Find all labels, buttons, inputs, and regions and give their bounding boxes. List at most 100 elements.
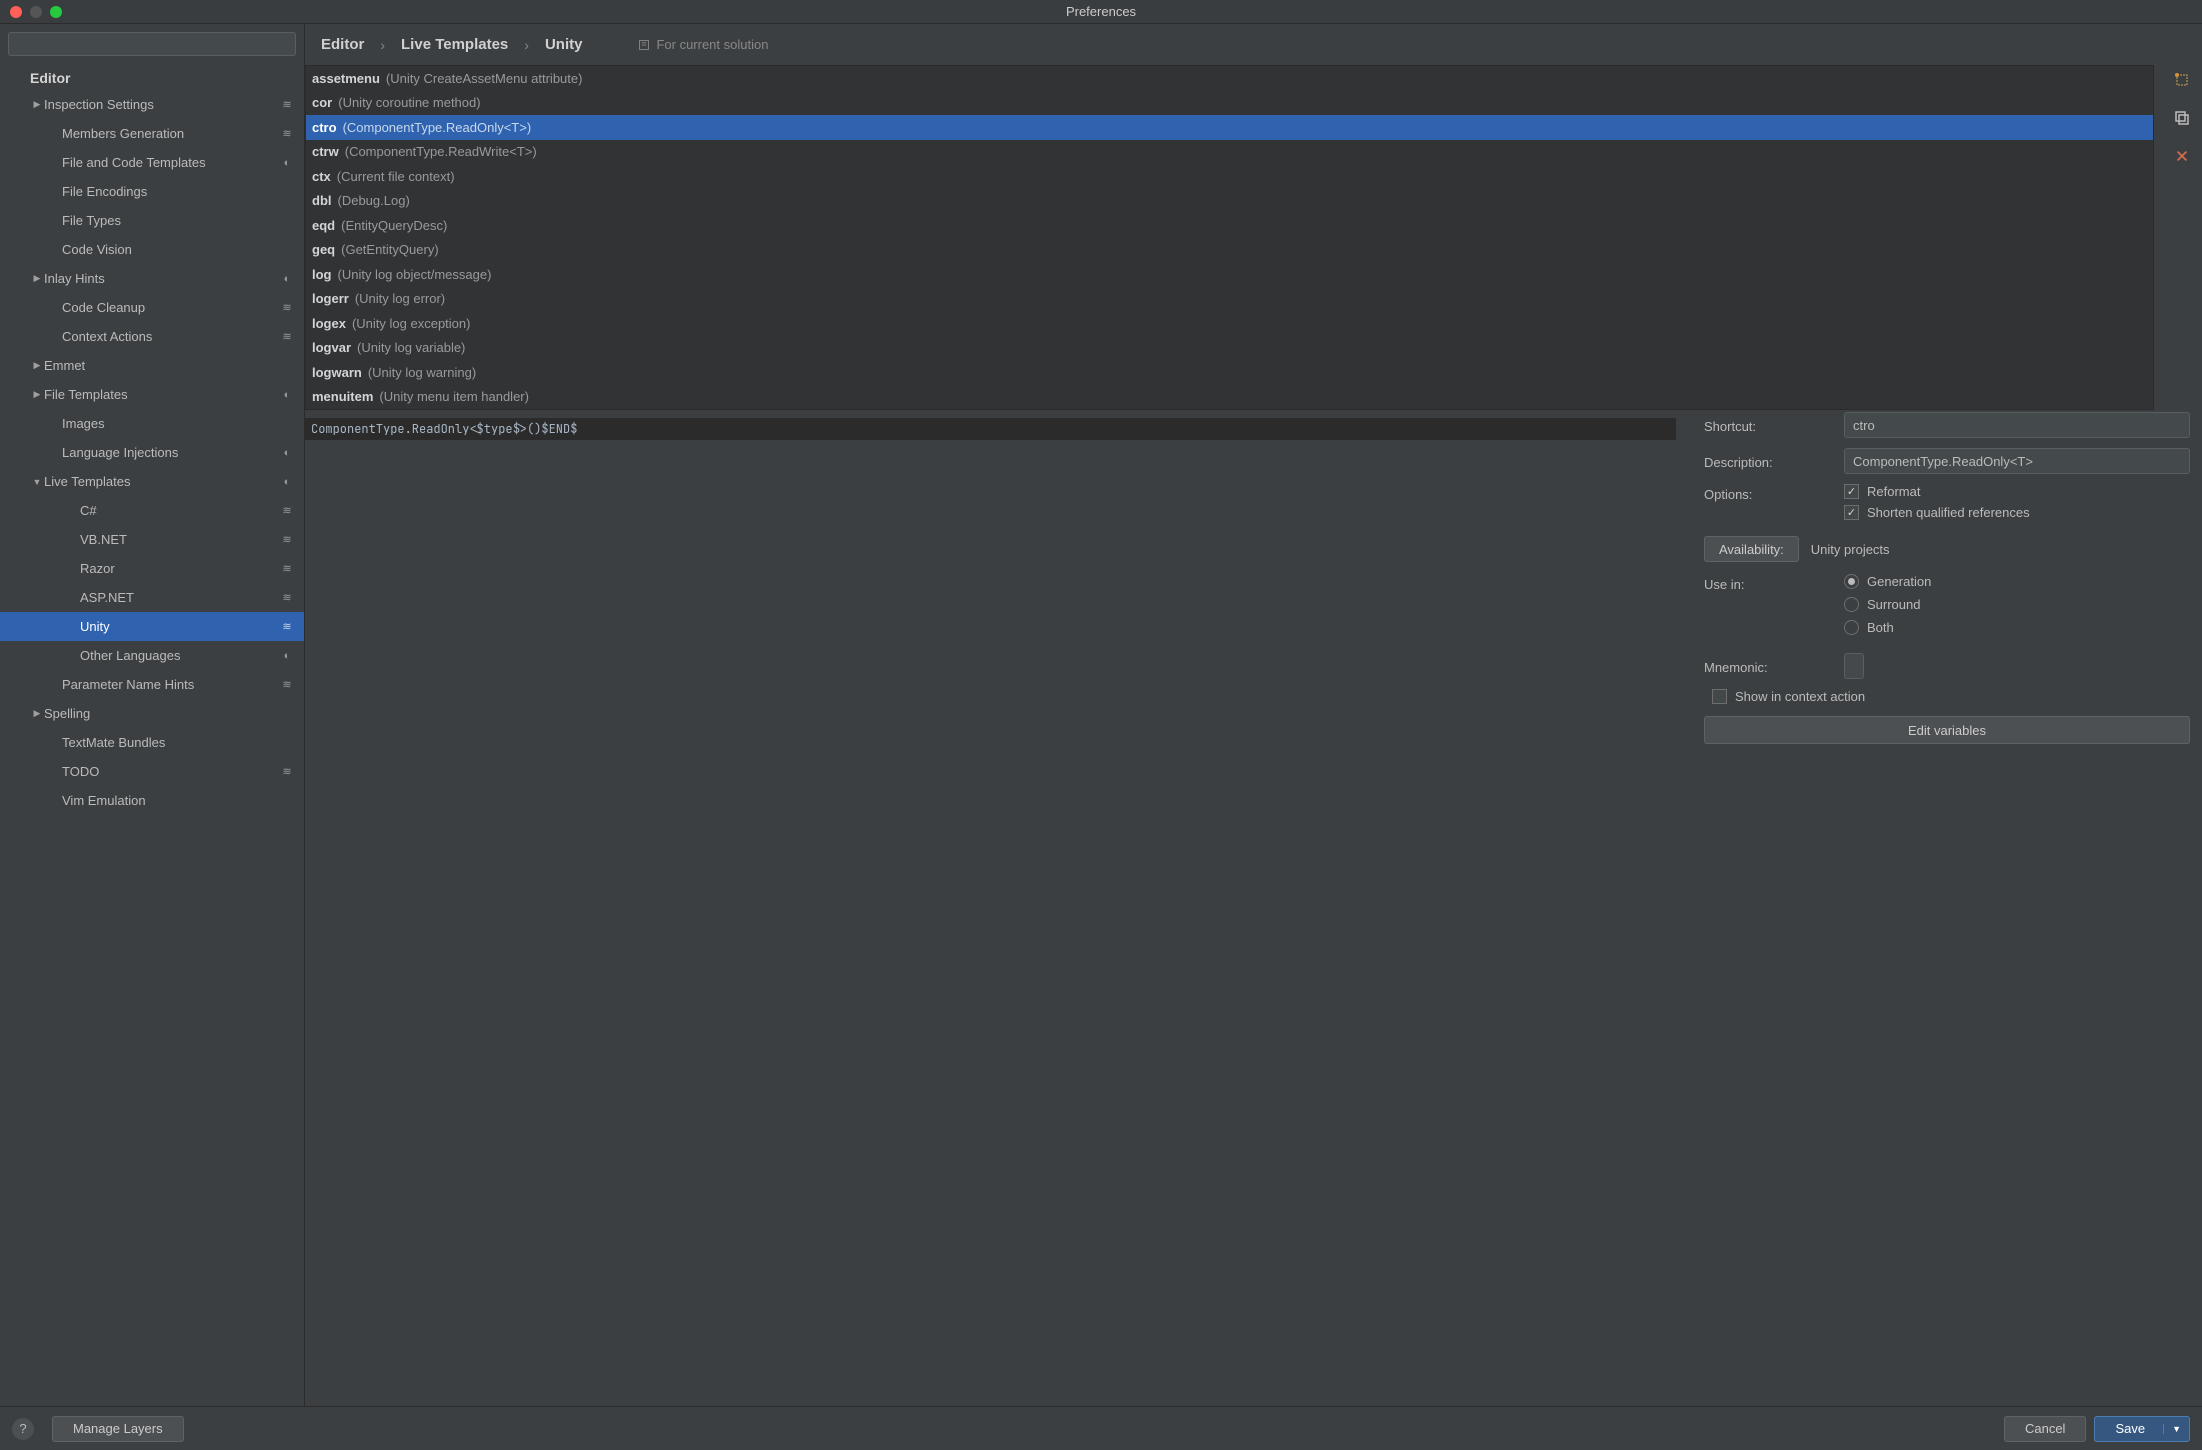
layers-icon	[280, 765, 294, 779]
duplicate-template-icon[interactable]	[2173, 109, 2191, 127]
preferences-search-input[interactable]	[8, 32, 296, 56]
sidebar-item-code-cleanup[interactable]: Code Cleanup	[0, 293, 304, 322]
content-area: Editor › Live Templates › Unity For curr…	[305, 24, 2202, 1406]
override-icon	[280, 388, 294, 402]
template-row-ctrw[interactable]: ctrw (ComponentType.ReadWrite<T>)	[306, 140, 2153, 165]
template-row-eqd[interactable]: eqd(EntityQueryDesc)	[306, 213, 2153, 238]
sidebar-item-label: Spelling	[44, 706, 280, 721]
sidebar-item-parameter-name-hints[interactable]: Parameter Name Hints	[0, 670, 304, 699]
template-abbr: dbl	[312, 193, 332, 208]
availability-button[interactable]: Availability:	[1704, 536, 1799, 562]
sidebar-item-label: VB.NET	[80, 532, 280, 547]
usein-generation-radio[interactable]: Generation	[1844, 574, 2190, 589]
template-desc: (Unity log error)	[355, 291, 445, 306]
template-row-ctx[interactable]: ctx(Current file context)	[306, 164, 2153, 189]
shortcut-input[interactable]	[1844, 412, 2190, 438]
chevron-right-icon[interactable]: ▶	[30, 360, 44, 371]
template-row-log[interactable]: log(Unity log object/message)	[306, 262, 2153, 287]
sidebar-item-spelling[interactable]: ▶Spelling	[0, 699, 304, 728]
minimize-window-button[interactable]	[30, 6, 42, 18]
sidebar-item-vb-net[interactable]: VB.NET	[0, 525, 304, 554]
sidebar-item-inspection-settings[interactable]: ▶Inspection Settings	[0, 90, 304, 119]
sidebar-item-file-types[interactable]: File Types	[0, 206, 304, 235]
chevron-right-icon[interactable]: ▶	[30, 389, 44, 400]
chevron-right-icon[interactable]: ▶	[30, 708, 44, 719]
template-row-ctro[interactable]: ctro(ComponentType.ReadOnly<T>)	[306, 115, 2153, 140]
sidebar-item-label: Context Actions	[62, 329, 280, 344]
sidebar-item-label: TODO	[62, 764, 280, 779]
sidebar-item-asp-net[interactable]: ASP.NET	[0, 583, 304, 612]
chevron-right-icon[interactable]: ▶	[30, 99, 44, 110]
sidebar-item-vim-emulation[interactable]: Vim Emulation	[0, 786, 304, 815]
help-button[interactable]: ?	[12, 1418, 34, 1440]
chevron-right-icon[interactable]: ▶	[30, 273, 44, 284]
sidebar-item-code-vision[interactable]: Code Vision	[0, 235, 304, 264]
sidebar-item-language-injections[interactable]: Language Injections	[0, 438, 304, 467]
reformat-checkbox[interactable]: ✓ Reformat	[1844, 484, 2190, 499]
usein-both-radio[interactable]: Both	[1844, 620, 2190, 635]
template-row-logwarn[interactable]: logwarn(Unity log warning)	[306, 360, 2153, 385]
cancel-button[interactable]: Cancel	[2004, 1416, 2086, 1442]
description-input[interactable]	[1844, 448, 2190, 474]
template-desc: (Unity log exception)	[352, 316, 471, 331]
template-abbr: ctx	[312, 169, 331, 184]
breadcrumb-crumb[interactable]: Editor	[321, 36, 364, 53]
layers-icon	[280, 591, 294, 605]
sidebar-item-textmate-bundles[interactable]: TextMate Bundles	[0, 728, 304, 757]
breadcrumb-crumb[interactable]: Unity	[545, 36, 583, 53]
usein-surround-radio[interactable]: Surround	[1844, 597, 2190, 612]
breadcrumb-crumb[interactable]: Live Templates	[401, 36, 508, 53]
template-row-logvar[interactable]: logvar(Unity log variable)	[306, 336, 2153, 361]
sidebar-item-other-languages[interactable]: Other Languages	[0, 641, 304, 670]
template-row-logerr[interactable]: logerr(Unity log error)	[306, 287, 2153, 312]
sidebar-item-inlay-hints[interactable]: ▶Inlay Hints	[0, 264, 304, 293]
template-abbr: eqd	[312, 218, 335, 233]
layers-icon	[280, 533, 294, 547]
sidebar-item-c-[interactable]: C#	[0, 496, 304, 525]
template-row-geq[interactable]: geq(GetEntityQuery)	[306, 238, 2153, 263]
sidebar-item-label: File Types	[62, 213, 280, 228]
shorten-refs-checkbox[interactable]: ✓ Shorten qualified references	[1844, 505, 2190, 520]
new-template-icon[interactable]	[2173, 71, 2191, 89]
options-label: Options:	[1704, 484, 1834, 502]
sidebar-item-file-and-code-templates[interactable]: File and Code Templates	[0, 148, 304, 177]
sidebar-item-label: Inspection Settings	[44, 97, 280, 112]
save-dropdown-chevron-icon[interactable]: ▼	[2163, 1424, 2181, 1434]
template-row-cor[interactable]: cor(Unity coroutine method)	[306, 91, 2153, 116]
show-in-context-action-checkbox[interactable]: Show in context action	[1712, 689, 2190, 704]
template-desc: (ComponentType.ReadWrite<T>)	[345, 144, 537, 159]
template-row-logex[interactable]: logex(Unity log exception)	[306, 311, 2153, 336]
checkbox-checked-icon: ✓	[1844, 505, 1859, 520]
sidebar-item-razor[interactable]: Razor	[0, 554, 304, 583]
layers-icon	[280, 562, 294, 576]
edit-variables-button[interactable]: Edit variables	[1704, 716, 2190, 744]
template-row-assetmenu[interactable]: assetmenu(Unity CreateAssetMenu attribut…	[306, 66, 2153, 91]
sidebar-item-context-actions[interactable]: Context Actions	[0, 322, 304, 351]
override-icon	[280, 272, 294, 286]
mnemonic-input[interactable]	[1844, 653, 1864, 679]
template-list[interactable]: assetmenu(Unity CreateAssetMenu attribut…	[305, 65, 2154, 410]
sidebar-item-label: Members Generation	[62, 126, 280, 141]
template-row-menuitem[interactable]: menuitem(Unity menu item handler)	[306, 385, 2153, 410]
icon-spacer	[280, 359, 294, 373]
sidebar-item-unity[interactable]: Unity	[0, 612, 304, 641]
sidebar-item-members-generation[interactable]: Members Generation	[0, 119, 304, 148]
manage-layers-button[interactable]: Manage Layers	[52, 1416, 184, 1442]
maximize-window-button[interactable]	[50, 6, 62, 18]
sidebar-item-live-templates[interactable]: ▼Live Templates	[0, 467, 304, 496]
template-row-dbl[interactable]: dbl(Debug.Log)	[306, 189, 2153, 214]
sidebar-item-emmet[interactable]: ▶Emmet	[0, 351, 304, 380]
close-window-button[interactable]	[10, 6, 22, 18]
save-button[interactable]: Save ▼	[2094, 1416, 2190, 1442]
chevron-down-icon[interactable]: ▼	[30, 477, 44, 487]
sidebar-item-todo[interactable]: TODO	[0, 757, 304, 786]
template-code-editor[interactable]: ComponentType.ReadOnly<$type$>()$END$	[305, 418, 1676, 440]
icon-spacer	[280, 214, 294, 228]
sidebar-item-file-templates[interactable]: ▶File Templates	[0, 380, 304, 409]
delete-template-icon[interactable]	[2173, 147, 2191, 165]
sidebar-item-images[interactable]: Images	[0, 409, 304, 438]
icon-spacer	[280, 736, 294, 750]
sidebar-item-file-encodings[interactable]: File Encodings	[0, 177, 304, 206]
template-abbr: ctrw	[312, 144, 339, 159]
sidebar-item-label: Code Cleanup	[62, 300, 280, 315]
